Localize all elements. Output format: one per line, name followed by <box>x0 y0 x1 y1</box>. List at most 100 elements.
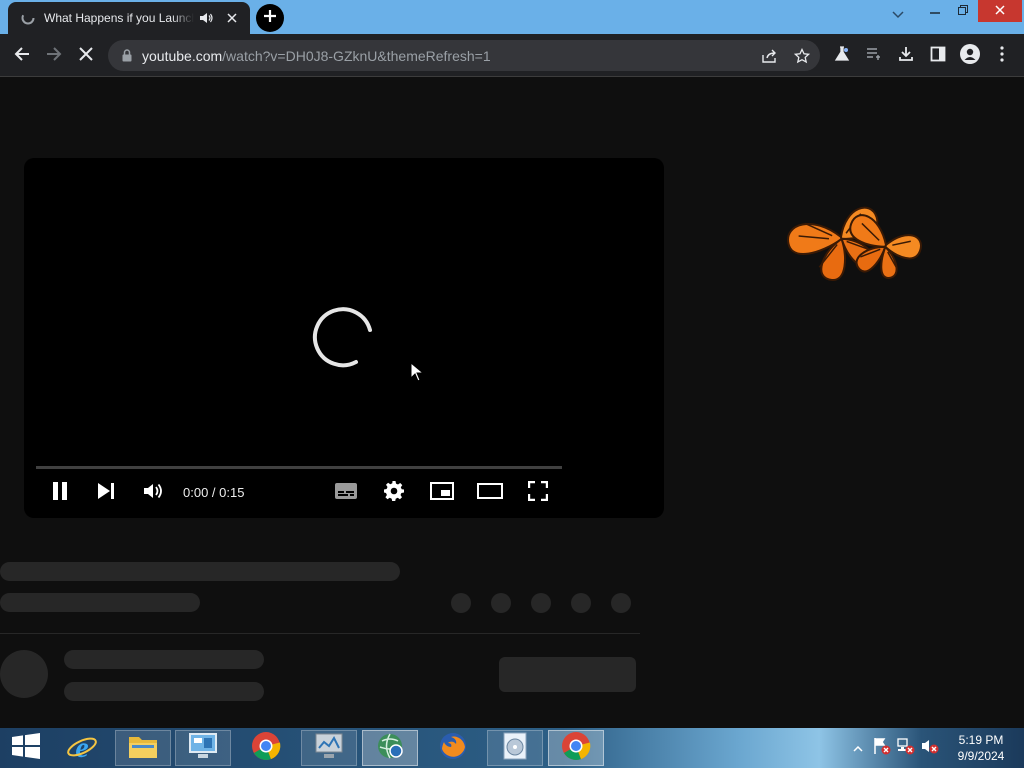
menu-icon <box>1000 45 1004 67</box>
labs-button[interactable] <box>828 42 856 70</box>
flag-error-icon <box>873 737 891 760</box>
windows-taskbar: e 5:19 PM 9/9/2024 <box>0 728 1024 768</box>
volume-button[interactable] <box>139 480 167 506</box>
channel-name-placeholder <box>64 650 264 669</box>
windows-logo-icon <box>12 732 40 764</box>
profile-icon <box>960 43 980 69</box>
volume-tray[interactable] <box>920 738 940 758</box>
next-button[interactable] <box>92 480 120 506</box>
share-icon[interactable] <box>758 44 782 68</box>
firefox-icon <box>438 731 468 766</box>
restore-button[interactable] <box>950 0 976 22</box>
fullscreen-icon <box>527 480 549 506</box>
youtube-loading-icon <box>20 10 36 26</box>
side-panel-icon <box>930 46 946 67</box>
title-placeholder <box>0 562 400 581</box>
theater-mode-button[interactable] <box>476 480 504 506</box>
settings-button[interactable] <box>380 480 408 506</box>
clock-date: 9/9/2024 <box>957 749 1005 763</box>
stop-loading-button[interactable] <box>72 42 100 70</box>
system-clock[interactable]: 5:19 PM 9/9/2024 <box>948 732 1014 764</box>
taskbar-internet-explorer[interactable]: e <box>54 730 110 766</box>
media-disc-icon <box>500 731 530 766</box>
fullscreen-button[interactable] <box>524 480 552 506</box>
pause-icon <box>52 481 68 505</box>
mouse-cursor-icon <box>410 362 424 382</box>
tab-search-icon <box>892 6 904 24</box>
back-arrow-icon <box>14 46 30 67</box>
youtube-watch-page: 0:00 / 0:15 <box>0 77 1024 728</box>
close-icon <box>995 2 1005 20</box>
taskbar-firefox[interactable] <box>425 730 481 766</box>
close-icon[interactable] <box>224 10 240 26</box>
url-host: youtube.com <box>142 47 223 64</box>
network-error-icon <box>897 737 915 760</box>
chrome-active-icon <box>561 731 591 766</box>
minimize-icon <box>930 2 940 20</box>
download-icon <box>898 46 914 67</box>
miniplayer-button[interactable] <box>428 480 456 506</box>
action-placeholder <box>491 593 511 613</box>
action-placeholder <box>571 593 591 613</box>
new-tab-button[interactable] <box>256 4 284 32</box>
taskbar-file-explorer[interactable] <box>115 730 171 766</box>
taskbar-network-app[interactable] <box>362 730 418 766</box>
start-button[interactable] <box>6 732 46 764</box>
browser-tab[interactable]: What Happens if you Launch <box>8 2 250 34</box>
forward-button[interactable] <box>40 42 68 70</box>
clock-time: 5:19 PM <box>958 733 1004 747</box>
settings-gear-icon <box>384 480 404 506</box>
internet-explorer-icon: e <box>66 730 98 767</box>
network-globe-icon <box>375 731 405 766</box>
subtitles-icon <box>335 482 357 504</box>
url-path: /watch?v=DH0J8-GZknU&themeRefresh=1 <box>222 47 491 64</box>
bookmark-star-icon[interactable] <box>790 44 814 68</box>
window-close-button[interactable] <box>978 0 1022 22</box>
subscribe-placeholder <box>499 657 636 692</box>
avatar-placeholder <box>0 650 48 698</box>
back-button[interactable] <box>8 42 36 70</box>
tab-search-button[interactable] <box>886 4 910 26</box>
channel-subs-placeholder <box>64 682 264 701</box>
control-panel-icon <box>188 732 218 765</box>
taskbar-chrome-active[interactable] <box>548 730 604 766</box>
video-player[interactable]: 0:00 / 0:15 <box>24 158 664 518</box>
miniplayer-icon <box>430 481 454 505</box>
plus-icon <box>263 9 277 28</box>
show-hidden-icons-icon <box>853 739 863 757</box>
labs-flask-icon <box>834 45 850 67</box>
pause-button[interactable] <box>46 480 74 506</box>
download-button[interactable] <box>892 42 920 70</box>
speaker-icon[interactable] <box>198 10 214 26</box>
next-icon <box>97 482 115 504</box>
address-bar[interactable]: youtube.com/watch?v=DH0J8-GZknU&themeRef… <box>108 40 820 71</box>
video-progress-bar[interactable] <box>36 466 562 469</box>
chrome-icon <box>251 731 281 766</box>
browser-toolbar: youtube.com/watch?v=DH0J8-GZknU&themeRef… <box>0 34 1024 77</box>
forward-arrow-icon <box>46 46 62 67</box>
monitor-app-icon <box>314 732 344 765</box>
action-placeholder <box>531 593 551 613</box>
minimize-button[interactable] <box>922 0 948 22</box>
url-text: youtube.com/watch?v=DH0J8-GZknU&themeRef… <box>142 48 491 64</box>
chrome-menu-button[interactable] <box>988 42 1016 70</box>
taskbar-chrome[interactable] <box>238 730 294 766</box>
reading-list-button[interactable] <box>860 42 888 70</box>
action-placeholder <box>451 593 471 613</box>
theater-mode-icon <box>477 482 503 504</box>
subtitles-button[interactable] <box>332 480 360 506</box>
taskbar-monitor-app[interactable] <box>301 730 357 766</box>
browser-tab-strip: What Happens if you Launch <box>0 0 1024 34</box>
screen: What Happens if you Launch youtube.com/w… <box>0 0 1024 768</box>
profile-button[interactable] <box>956 42 984 70</box>
reading-list-icon <box>866 47 882 66</box>
show-hidden-icons-button[interactable] <box>848 738 868 758</box>
taskbar-control-panel[interactable] <box>175 730 231 766</box>
action-center-tray[interactable] <box>872 737 892 760</box>
restore-icon <box>958 2 968 20</box>
taskbar-media-app[interactable] <box>487 730 543 766</box>
file-explorer-icon <box>128 733 158 764</box>
lock-icon[interactable] <box>120 49 134 63</box>
side-panel-button[interactable] <box>924 42 952 70</box>
network-tray[interactable] <box>896 737 916 760</box>
